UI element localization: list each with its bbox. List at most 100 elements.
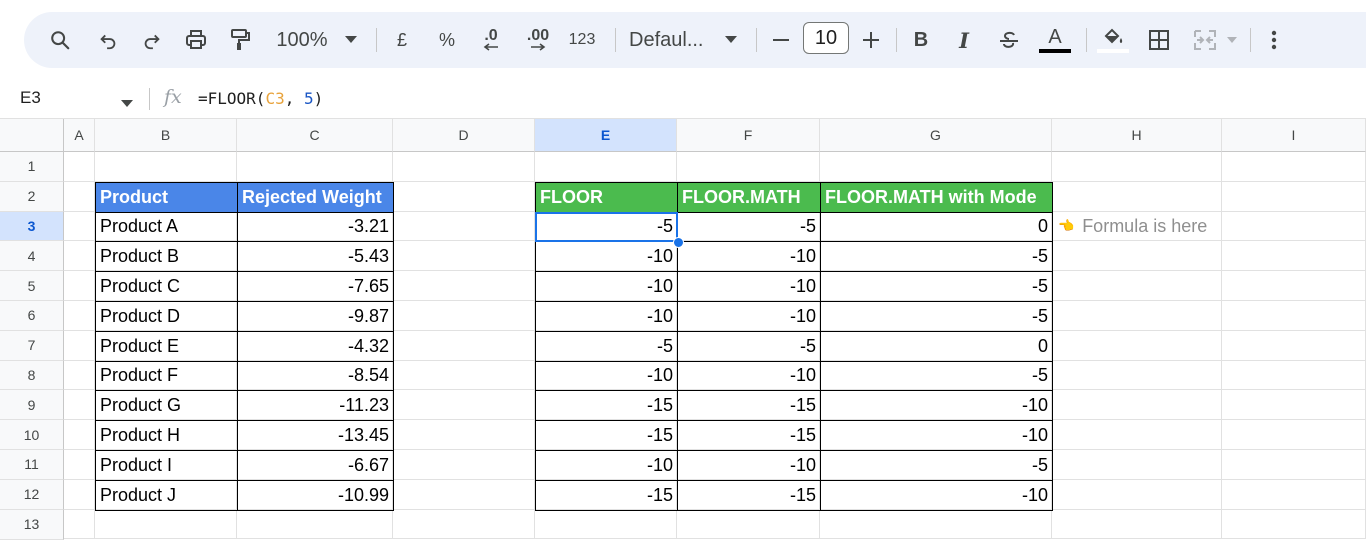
column-header-b[interactable]: B bbox=[95, 119, 237, 152]
floor-math-result-cell[interactable]: -10 bbox=[677, 301, 821, 332]
cell-h6[interactable] bbox=[1052, 301, 1222, 331]
cell-h13[interactable] bbox=[1052, 509, 1222, 540]
merge-dropdown-icon[interactable] bbox=[1224, 12, 1240, 68]
cell-i9[interactable] bbox=[1222, 390, 1366, 421]
cell-h4[interactable] bbox=[1052, 241, 1222, 272]
table1-header-cell[interactable]: Product bbox=[95, 181, 238, 213]
number-format-button[interactable]: 123 bbox=[565, 12, 599, 68]
rejected-weight-cell[interactable]: -8.54 bbox=[237, 360, 394, 392]
product-name-cell[interactable]: Product H bbox=[95, 420, 238, 451]
cell-a2[interactable] bbox=[64, 181, 95, 212]
undo-icon[interactable] bbox=[94, 12, 122, 68]
cell-f1[interactable] bbox=[677, 152, 820, 182]
row-header-7[interactable]: 7 bbox=[0, 330, 64, 361]
floor-math-result-cell[interactable]: -10 bbox=[677, 271, 821, 302]
floor-result-cell[interactable]: -10 bbox=[535, 360, 678, 392]
cell-i3[interactable] bbox=[1222, 211, 1366, 242]
column-header-i[interactable]: I bbox=[1222, 119, 1366, 152]
floor-result-cell[interactable]: -5 bbox=[535, 330, 678, 362]
text-color-button[interactable]: A bbox=[1038, 12, 1072, 68]
cell-h11[interactable] bbox=[1052, 450, 1222, 480]
cell-b1[interactable] bbox=[95, 152, 237, 182]
rejected-weight-cell[interactable]: -13.45 bbox=[237, 420, 394, 451]
cell-i7[interactable] bbox=[1222, 330, 1366, 361]
column-header-e[interactable]: E bbox=[535, 119, 677, 152]
cell-d11[interactable] bbox=[393, 450, 535, 480]
percent-format-button[interactable]: % bbox=[434, 12, 460, 68]
currency-format-button[interactable]: £ bbox=[390, 12, 414, 68]
row-header-13[interactable]: 13 bbox=[0, 509, 64, 540]
cell-d12[interactable] bbox=[393, 479, 535, 510]
cell-h10[interactable] bbox=[1052, 420, 1222, 450]
font-family-select[interactable]: Defaul... bbox=[629, 12, 715, 68]
rejected-weight-cell[interactable]: -9.87 bbox=[237, 301, 394, 332]
cell-h1[interactable] bbox=[1052, 152, 1222, 182]
cell-h12[interactable] bbox=[1052, 479, 1222, 510]
zoom-value[interactable]: 100% bbox=[274, 12, 330, 68]
table2-header-cell[interactable]: FLOOR.MATH with Mode bbox=[820, 181, 1053, 213]
cell-a8[interactable] bbox=[64, 360, 95, 391]
rejected-weight-cell[interactable]: -5.43 bbox=[237, 241, 394, 273]
cell-i5[interactable] bbox=[1222, 271, 1366, 301]
paint-format-icon[interactable] bbox=[226, 12, 254, 68]
cell-d9[interactable] bbox=[393, 390, 535, 421]
font-family-dropdown-icon[interactable] bbox=[722, 12, 740, 68]
product-name-cell[interactable]: Product G bbox=[95, 390, 238, 422]
cell-d1[interactable] bbox=[393, 152, 535, 182]
row-header-1[interactable]: 1 bbox=[0, 152, 64, 182]
cell-i1[interactable] bbox=[1222, 152, 1366, 182]
product-name-cell[interactable]: Product J bbox=[95, 479, 238, 511]
cell-c1[interactable] bbox=[237, 152, 393, 182]
row-header-8[interactable]: 8 bbox=[0, 360, 64, 391]
table2-header-cell[interactable]: FLOOR bbox=[535, 181, 678, 213]
floor-result-cell[interactable]: -10 bbox=[535, 450, 678, 481]
decrease-font-size-icon[interactable] bbox=[770, 12, 792, 68]
cell-a12[interactable] bbox=[64, 479, 95, 510]
floor-math-mode-result-cell[interactable]: -10 bbox=[820, 420, 1053, 451]
cell-d3[interactable] bbox=[393, 211, 535, 242]
print-icon[interactable] bbox=[182, 12, 210, 68]
floor-math-mode-result-cell[interactable]: -5 bbox=[820, 360, 1053, 392]
strikethrough-icon[interactable] bbox=[996, 12, 1022, 68]
floor-math-mode-result-cell[interactable]: -10 bbox=[820, 390, 1053, 422]
cell-i12[interactable] bbox=[1222, 479, 1366, 510]
rejected-weight-cell[interactable]: -6.67 bbox=[237, 450, 394, 481]
cell-h2[interactable] bbox=[1052, 181, 1222, 212]
cell-h8[interactable] bbox=[1052, 360, 1222, 391]
column-header-a[interactable]: A bbox=[64, 119, 95, 152]
column-header-h[interactable]: H bbox=[1052, 119, 1222, 152]
cell-a9[interactable] bbox=[64, 390, 95, 421]
product-name-cell[interactable]: Product B bbox=[95, 241, 238, 273]
floor-math-mode-result-cell[interactable]: 0 bbox=[820, 330, 1053, 362]
cell-i8[interactable] bbox=[1222, 360, 1366, 391]
row-header-9[interactable]: 9 bbox=[0, 390, 64, 421]
zoom-dropdown-icon[interactable] bbox=[340, 12, 362, 68]
floor-math-mode-result-cell[interactable]: -10 bbox=[820, 479, 1053, 511]
search-menus-icon[interactable] bbox=[46, 12, 74, 68]
select-all-corner[interactable] bbox=[0, 119, 64, 152]
column-header-f[interactable]: F bbox=[677, 119, 820, 152]
cell-i11[interactable] bbox=[1222, 450, 1366, 480]
product-name-cell[interactable]: Product A bbox=[95, 211, 238, 243]
cell-d6[interactable] bbox=[393, 301, 535, 331]
product-name-cell[interactable]: Product C bbox=[95, 271, 238, 302]
row-header-5[interactable]: 5 bbox=[0, 271, 64, 301]
row-header-12[interactable]: 12 bbox=[0, 479, 64, 510]
cell-f13[interactable] bbox=[677, 509, 820, 540]
increase-font-size-icon[interactable] bbox=[860, 12, 882, 68]
cell-g13[interactable] bbox=[820, 509, 1052, 540]
merge-cells-icon[interactable] bbox=[1190, 12, 1220, 68]
floor-result-cell[interactable]: -15 bbox=[535, 479, 678, 511]
floor-math-mode-result-cell[interactable]: -5 bbox=[820, 271, 1053, 302]
rejected-weight-cell[interactable]: -7.65 bbox=[237, 271, 394, 302]
floor-math-mode-result-cell[interactable]: -5 bbox=[820, 301, 1053, 332]
floor-math-result-cell[interactable]: -10 bbox=[677, 450, 821, 481]
cell-d7[interactable] bbox=[393, 330, 535, 361]
cell-a3[interactable] bbox=[64, 211, 95, 242]
cell-i10[interactable] bbox=[1222, 420, 1366, 450]
bold-button[interactable]: B bbox=[910, 12, 932, 68]
floor-math-result-cell[interactable]: -15 bbox=[677, 420, 821, 451]
cell-h5[interactable] bbox=[1052, 271, 1222, 301]
product-name-cell[interactable]: Product I bbox=[95, 450, 238, 481]
product-name-cell[interactable]: Product E bbox=[95, 330, 238, 362]
